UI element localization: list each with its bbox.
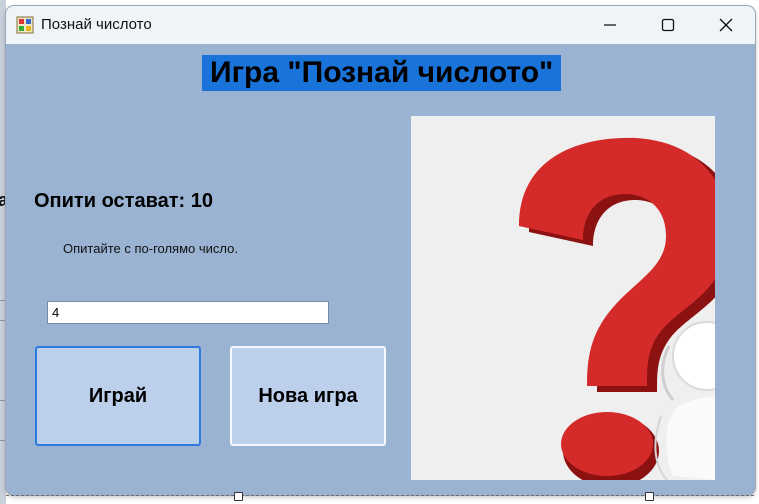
game-title-label: Игра "Познай числото"	[202, 55, 562, 91]
designer-selection-border	[6, 495, 754, 496]
window-title: Познай числото	[41, 16, 152, 33]
form-window: Познай числото Игра "Познай числото" Опи…	[6, 6, 755, 495]
close-icon	[719, 18, 733, 32]
title-bar[interactable]: Познай числото	[6, 6, 755, 44]
resize-handle[interactable]	[645, 492, 654, 501]
guess-input[interactable]	[47, 301, 329, 324]
question-mark-picture	[411, 116, 715, 480]
minimize-button[interactable]	[581, 6, 639, 44]
minimize-icon	[604, 24, 616, 26]
maximize-icon	[661, 18, 675, 32]
new-game-button[interactable]: Нова игра	[230, 346, 386, 446]
maximize-button[interactable]	[639, 6, 697, 44]
close-button[interactable]	[697, 6, 755, 44]
resize-handle[interactable]	[234, 492, 243, 501]
question-mark-icon	[519, 137, 715, 480]
play-button[interactable]: Играй	[35, 346, 201, 446]
hint-label: Опитайте с по-голямо число.	[63, 241, 238, 256]
app-icon	[16, 16, 34, 34]
attempts-remaining-label: Опити остават: 10	[34, 190, 213, 212]
